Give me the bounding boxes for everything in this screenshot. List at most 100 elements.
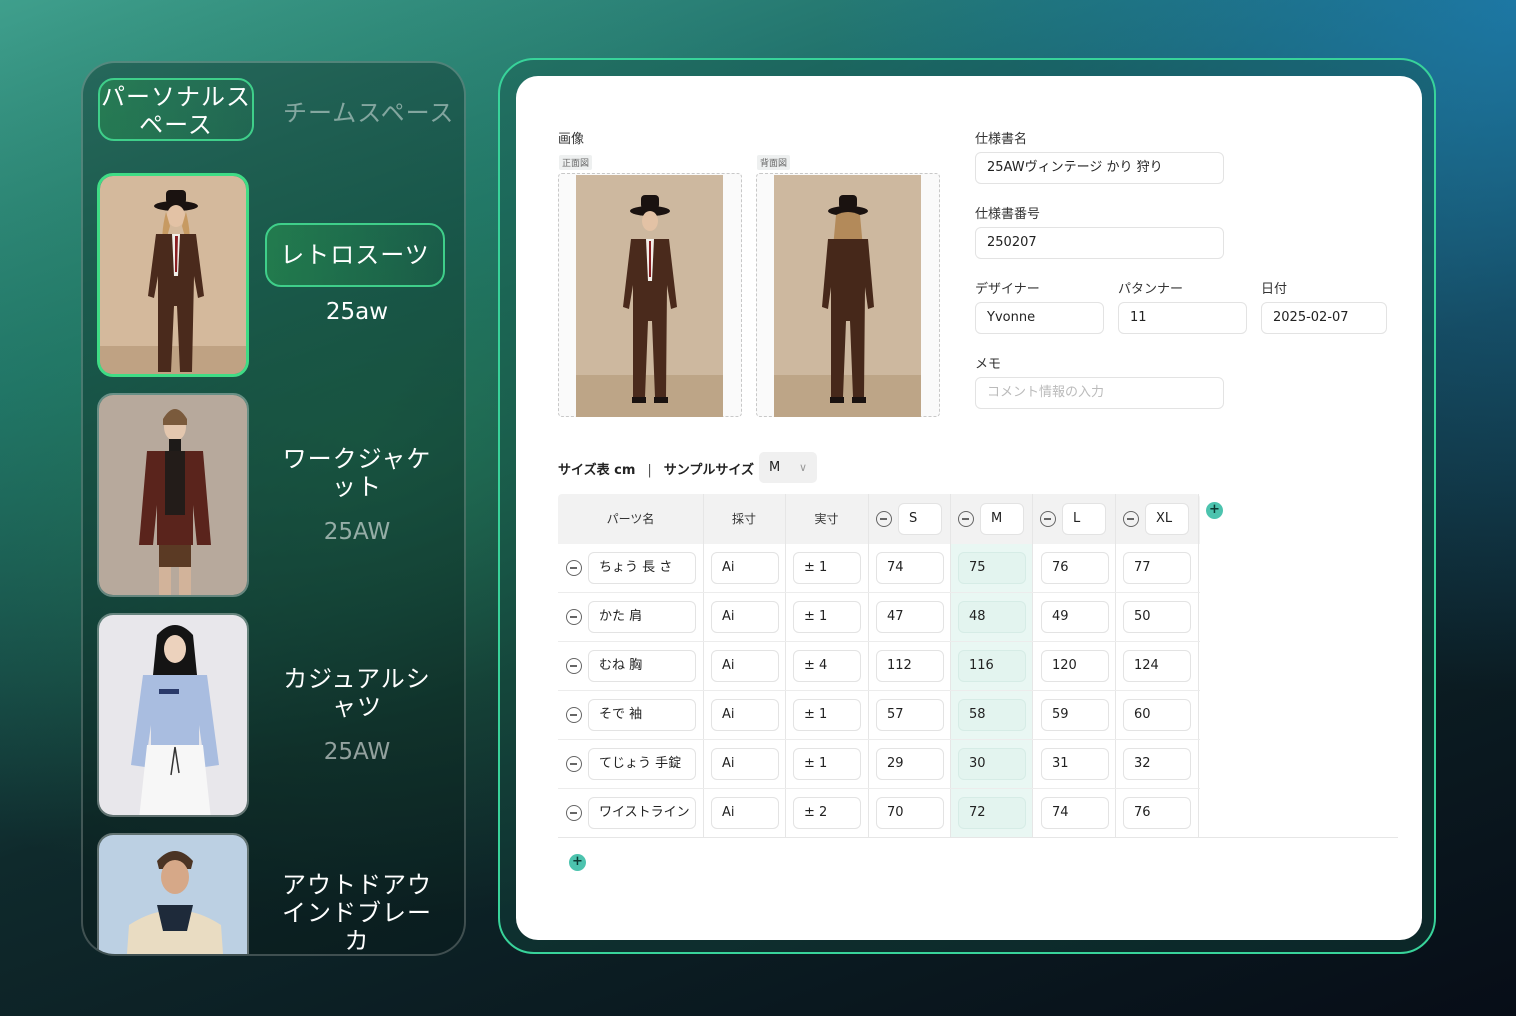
part-name-input[interactable]: ちょう 長 さ — [588, 552, 696, 584]
size-header-s[interactable]: S — [898, 503, 942, 535]
project-card-title: アウトドアウインドブレーカ — [282, 871, 432, 955]
tolerance-input[interactable]: ± 2 — [793, 797, 861, 829]
project-thumbnail[interactable] — [97, 173, 249, 377]
sample-size-select[interactable]: M ∨ — [759, 452, 817, 483]
header-tolerance: 実寸 — [814, 512, 839, 526]
size-table-heading: サイズ表 cm | サンプルサイズ — [558, 459, 754, 478]
method-input[interactable]: Ai — [711, 601, 779, 633]
part-name-input[interactable]: むね 胸 — [588, 650, 696, 682]
size-value-input[interactable]: 32 — [1123, 748, 1191, 780]
table-row: てじょう 手錠 Ai ± 1 29 30 31 32 — [558, 740, 1200, 789]
add-row-button[interactable]: + — [569, 854, 586, 871]
size-table-title: サイズ表 cm — [558, 463, 636, 478]
tolerance-input[interactable]: ± 1 — [793, 552, 861, 584]
size-value-input[interactable]: 29 — [876, 748, 944, 780]
tolerance-input[interactable]: ± 4 — [793, 650, 861, 682]
remove-row-icon[interactable] — [566, 805, 582, 821]
tab-team-space[interactable]: チームスペース — [283, 93, 458, 128]
method-input[interactable]: Ai — [711, 797, 779, 829]
add-size-column-button[interactable]: + — [1206, 502, 1223, 519]
memo-input[interactable]: コメント情報の入力 — [975, 377, 1224, 409]
designer-input[interactable]: Yvonne — [975, 302, 1104, 334]
patterner-input[interactable]: 11 — [1118, 302, 1247, 334]
spec-number-label: 仕様書番号 — [975, 207, 1041, 222]
remove-row-icon[interactable] — [566, 707, 582, 723]
method-input[interactable]: Ai — [711, 650, 779, 682]
size-value-input[interactable]: 30 — [958, 748, 1026, 780]
project-card-season: 25AW — [323, 519, 391, 545]
date-input[interactable]: 2025-02-07 — [1261, 302, 1387, 334]
size-value-input[interactable]: 116 — [958, 650, 1026, 682]
size-value-input[interactable]: 47 — [876, 601, 944, 633]
size-value-input[interactable]: 48 — [958, 601, 1026, 633]
remove-row-icon[interactable] — [566, 560, 582, 576]
size-value-input[interactable]: 70 — [876, 797, 944, 829]
project-thumbnail[interactable] — [97, 613, 249, 817]
project-card-title: ワークジャケット — [282, 445, 432, 501]
size-value-input[interactable]: 60 — [1123, 699, 1191, 731]
method-input[interactable]: Ai — [711, 552, 779, 584]
size-value-input[interactable]: 75 — [958, 552, 1026, 584]
project-card-title: レトロスーツ — [265, 223, 445, 287]
front-image-upload[interactable] — [558, 173, 742, 417]
size-value-input[interactable]: 50 — [1123, 601, 1191, 633]
size-header-xl[interactable]: XL — [1145, 503, 1189, 535]
spec-sheet-frame: 画像 正面図 背面図 仕様書名 25AWヴィンテージ かり 狩り 仕様書番号 2… — [498, 58, 1436, 954]
project-card-casual-shirt[interactable]: カジュアルシャツ 25AW — [97, 613, 452, 817]
size-value-input[interactable]: 31 — [1041, 748, 1109, 780]
size-value-input[interactable]: 77 — [1123, 552, 1191, 584]
size-value-input[interactable]: 112 — [876, 650, 944, 682]
spec-name-input[interactable]: 25AWヴィンテージ かり 狩り — [975, 152, 1224, 184]
remove-size-l-icon[interactable] — [1040, 511, 1056, 527]
tolerance-input[interactable]: ± 1 — [793, 601, 861, 633]
size-header-m[interactable]: M — [980, 503, 1024, 535]
table-row: ちょう 長 さ Ai ± 1 74 75 76 77 — [558, 544, 1200, 593]
size-value-input[interactable]: 120 — [1041, 650, 1109, 682]
back-image-upload[interactable] — [756, 173, 940, 417]
project-sidebar: パーソナルスペース チームスペース レトロスーツ 25aw ワークジャケット 2… — [81, 61, 466, 956]
size-value-input[interactable]: 76 — [1123, 797, 1191, 829]
spec-name-label: 仕様書名 — [975, 132, 1028, 147]
separator: | — [647, 463, 652, 478]
remove-size-s-icon[interactable] — [876, 511, 892, 527]
method-input[interactable]: Ai — [711, 748, 779, 780]
spec-number-input[interactable]: 250207 — [975, 227, 1224, 259]
size-value-input[interactable]: 59 — [1041, 699, 1109, 731]
memo-label: メモ — [975, 357, 1002, 372]
size-value-input[interactable]: 74 — [876, 552, 944, 584]
part-name-input[interactable]: ワイストライン — [588, 797, 696, 829]
size-value-input[interactable]: 72 — [958, 797, 1026, 829]
size-value-input[interactable]: 124 — [1123, 650, 1191, 682]
size-value-input[interactable]: 57 — [876, 699, 944, 731]
tab-personal-space[interactable]: パーソナルスペース — [98, 78, 254, 141]
part-name-input[interactable]: そで 袖 — [588, 699, 696, 731]
front-view-tag: 正面図 — [559, 155, 593, 170]
size-value-input[interactable]: 74 — [1041, 797, 1109, 829]
size-value-input[interactable]: 76 — [1041, 552, 1109, 584]
remove-size-m-icon[interactable] — [958, 511, 974, 527]
remove-row-icon[interactable] — [566, 756, 582, 772]
image-label: 画像 — [558, 132, 585, 147]
method-input[interactable]: Ai — [711, 699, 779, 731]
tolerance-input[interactable]: ± 1 — [793, 748, 861, 780]
remove-size-xl-icon[interactable] — [1123, 511, 1139, 527]
project-card-work-jacket[interactable]: ワークジャケット 25AW — [97, 393, 452, 597]
part-name-input[interactable]: てじょう 手錠 — [588, 748, 696, 780]
date-label: 日付 — [1261, 282, 1288, 297]
project-thumbnail[interactable] — [97, 833, 249, 954]
back-image — [774, 175, 921, 417]
project-thumbnail[interactable] — [97, 393, 249, 597]
size-value-input[interactable]: 49 — [1041, 601, 1109, 633]
chevron-down-icon: ∨ — [798, 461, 807, 474]
project-card-retro-suit[interactable]: レトロスーツ 25aw — [97, 173, 452, 377]
size-header-l[interactable]: L — [1062, 503, 1106, 535]
table-row: かた 肩 Ai ± 1 47 48 49 50 — [558, 593, 1200, 642]
tolerance-input[interactable]: ± 1 — [793, 699, 861, 731]
table-row: そで 袖 Ai ± 1 57 58 59 60 — [558, 691, 1200, 740]
project-card-windbreaker[interactable]: アウトドアウインドブレーカ — [97, 833, 452, 955]
remove-row-icon[interactable] — [566, 658, 582, 674]
remove-row-icon[interactable] — [566, 609, 582, 625]
part-name-input[interactable]: かた 肩 — [588, 601, 696, 633]
size-value-input[interactable]: 58 — [958, 699, 1026, 731]
size-table-header: パーツ名 採寸 実寸 S M L XL — [558, 494, 1200, 544]
